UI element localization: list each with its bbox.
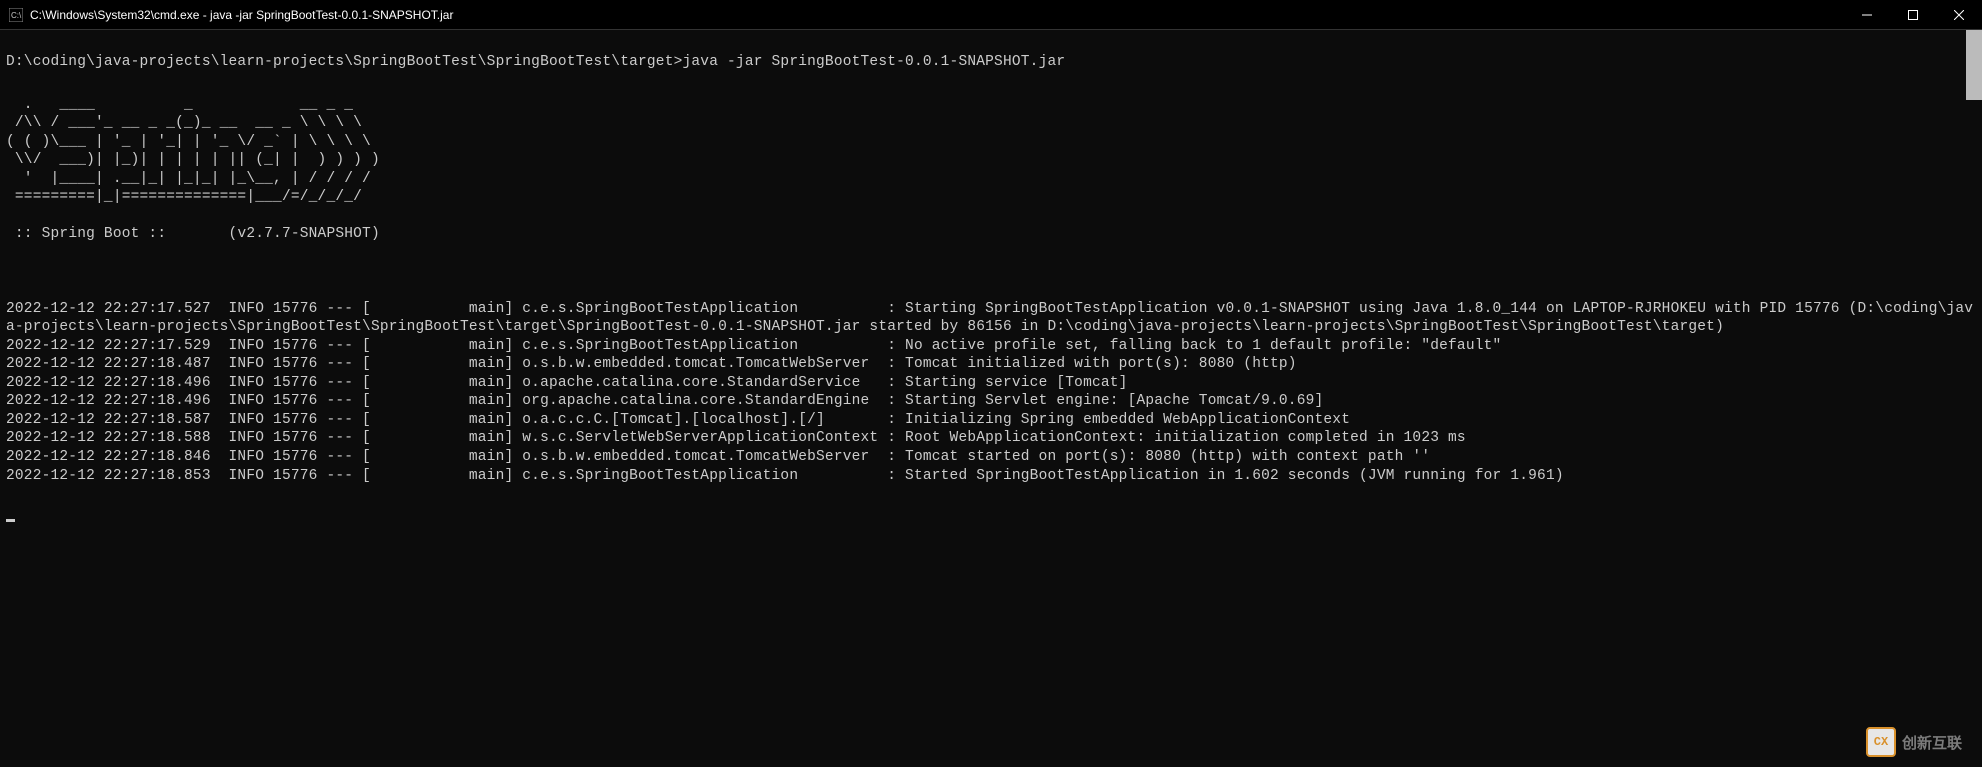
minimize-button[interactable]	[1844, 0, 1890, 30]
log-line: 2022-12-12 22:27:18.846 INFO 15776 --- […	[6, 448, 1976, 467]
log-line: 2022-12-12 22:27:18.853 INFO 15776 --- […	[6, 467, 1976, 486]
close-button[interactable]	[1936, 0, 1982, 30]
svg-text:C:\: C:\	[11, 11, 22, 20]
command-prompt-line: D:\coding\java-projects\learn-projects\S…	[6, 53, 1976, 72]
log-output: 2022-12-12 22:27:17.527 INFO 15776 --- […	[6, 300, 1976, 485]
log-line: 2022-12-12 22:27:18.496 INFO 15776 --- […	[6, 392, 1976, 411]
terminal-output[interactable]: D:\coding\java-projects\learn-projects\S…	[0, 30, 1982, 767]
log-line: 2022-12-12 22:27:18.587 INFO 15776 --- […	[6, 411, 1976, 430]
log-line: 2022-12-12 22:27:18.588 INFO 15776 --- […	[6, 429, 1976, 448]
blank-line	[6, 263, 1976, 282]
window-titlebar: C:\ C:\Windows\System32\cmd.exe - java -…	[0, 0, 1982, 30]
log-line: 2022-12-12 22:27:18.487 INFO 15776 --- […	[6, 355, 1976, 374]
watermark: CX 创新互联	[1866, 727, 1962, 757]
spring-boot-version-line: :: Spring Boot :: (v2.7.7-SNAPSHOT)	[6, 225, 1976, 244]
maximize-button[interactable]	[1890, 0, 1936, 30]
log-line: 2022-12-12 22:27:17.527 INFO 15776 --- […	[6, 300, 1976, 337]
log-line: 2022-12-12 22:27:18.496 INFO 15776 --- […	[6, 374, 1976, 393]
watermark-logo: CX	[1866, 727, 1896, 757]
log-line: 2022-12-12 22:27:17.529 INFO 15776 --- […	[6, 337, 1976, 356]
watermark-text: 创新互联	[1902, 732, 1962, 753]
window-controls	[1844, 0, 1982, 29]
cmd-icon: C:\	[8, 7, 24, 23]
spring-ascii-banner: . ____ _ __ _ _ /\\ / ___'_ __ _ _(_)_ _…	[6, 96, 1976, 207]
window-title: C:\Windows\System32\cmd.exe - java -jar …	[30, 8, 1844, 22]
terminal-cursor	[6, 519, 15, 522]
